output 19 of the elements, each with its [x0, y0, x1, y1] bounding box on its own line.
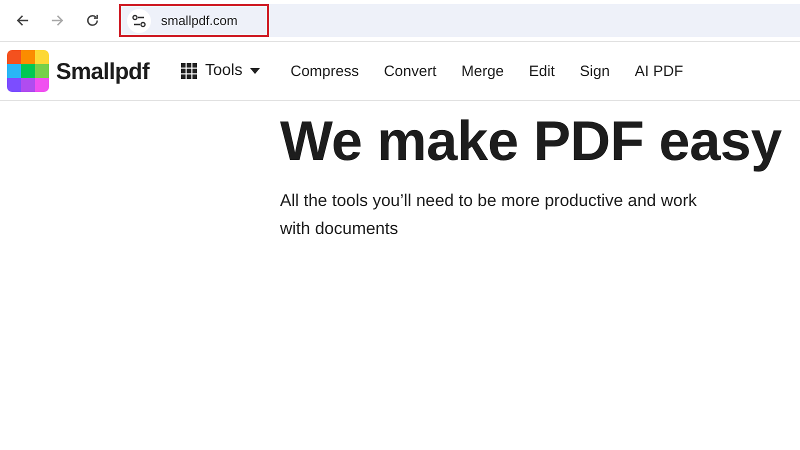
- nav-link[interactable]: Compress: [290, 62, 359, 80]
- brand-name[interactable]: Smallpdf: [56, 58, 150, 84]
- hero-title: We make PDF easy: [280, 108, 783, 173]
- caret-icon: [250, 68, 260, 74]
- nav-link[interactable]: Convert: [384, 62, 436, 80]
- reload-icon[interactable]: [85, 13, 100, 28]
- nav-link[interactable]: AI PDF: [634, 62, 684, 80]
- site-settings-icon[interactable]: [127, 8, 151, 32]
- nav-link[interactable]: Sign: [580, 62, 610, 80]
- address-bar[interactable]: smallpdf.com: [119, 4, 269, 37]
- grid-icon: [181, 63, 198, 79]
- tools-menu-button[interactable]: Tools: [181, 62, 260, 80]
- logo-icon: [7, 50, 49, 92]
- back-icon[interactable]: [15, 13, 30, 28]
- hero-subtitle: with documents: [280, 218, 400, 240]
- nav-link[interactable]: Edit: [528, 62, 555, 80]
- nav-link[interactable]: Merge: [461, 62, 504, 80]
- hero-subtitle: All the tools you’ll need to be more productive and work: [280, 190, 698, 212]
- url-text: smallpdf.com: [161, 13, 238, 28]
